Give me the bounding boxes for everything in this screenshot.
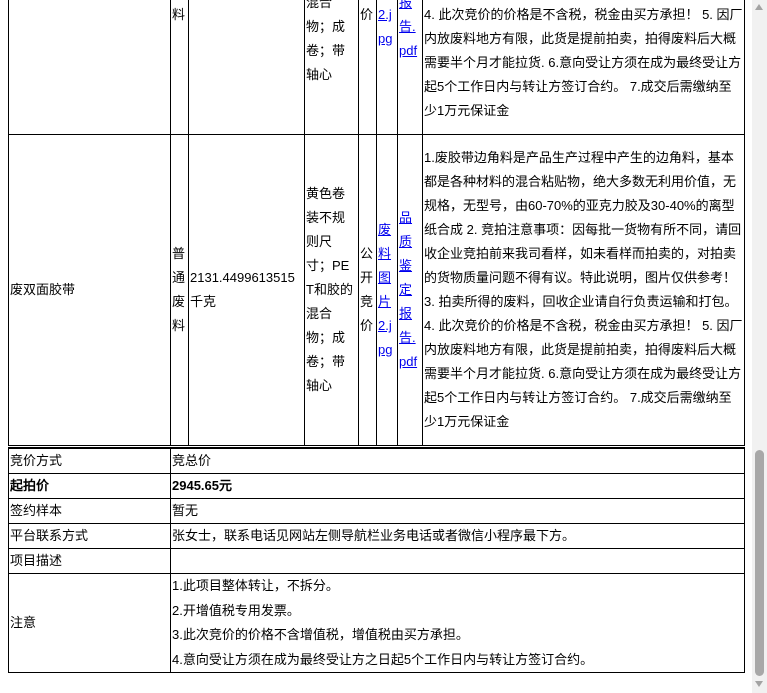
scroll-down-arrow-icon[interactable]	[755, 681, 763, 687]
description-value	[170, 548, 745, 574]
info-row-description: 项目描述	[8, 548, 745, 574]
note-item: 2.开增值税专用发票。	[172, 602, 300, 618]
product-spec: 黄色卷装不规则尺寸；PET和胶的混合物；成卷；带轴心	[304, 134, 359, 446]
vertical-scrollbar[interactable]	[752, 0, 767, 693]
note-item: 3.此次竞价的价格不含增值税，增值税由买方承担。	[172, 627, 469, 642]
report-link[interactable]: 品质鉴定报告.pdf	[399, 0, 417, 58]
info-row-contract-sample: 签约样本 暂无	[8, 498, 745, 524]
product-category: 普通废料	[170, 134, 189, 446]
info-row-bid-method: 竞价方式 竞总价	[8, 447, 745, 474]
scrollbar-thumb[interactable]	[755, 450, 764, 676]
start-price-value: 2945.65元	[170, 473, 745, 499]
notes-label: 注意	[8, 573, 171, 673]
bid-method-value: 竞总价	[170, 447, 745, 474]
table-row: 普通废料 黄色卷装不规则尺寸；PET和胶的混合物；成卷；带轴心 公开竞价 废料图…	[8, 0, 745, 135]
info-row-contact: 平台联系方式 张女士，联系电话见网站左侧导航栏业务电话或者微信小程序最下方。	[8, 523, 745, 549]
product-method: 公开竞价	[358, 134, 377, 446]
contract-sample-value: 暂无	[170, 498, 745, 524]
contact-value: 张女士，联系电话见网站左侧导航栏业务电话或者微信小程序最下方。	[170, 523, 745, 549]
contact-label: 平台联系方式	[8, 523, 171, 549]
product-quantity: 2131.4499613515千克	[188, 134, 305, 446]
contract-sample-label: 签约样本	[8, 498, 171, 524]
product-description: 1.废胶带边角料是产品生产过程中产生的边角料，基本都是各种材料的混合粘贴物，绝大…	[422, 134, 745, 446]
note-item: 1.此项目整体转让，不拆分。	[172, 578, 339, 593]
notes-list: 1.此项目整体转让，不拆分。 2.开增值税专用发票。 3.此次竞价的价格不含增值…	[170, 573, 745, 673]
info-row-start-price: 起拍价 2945.65元	[8, 473, 745, 499]
product-name	[8, 0, 171, 135]
product-table: 普通废料 黄色卷装不规则尺寸；PET和胶的混合物；成卷；带轴心 公开竞价 废料图…	[8, 0, 745, 446]
description-label: 项目描述	[8, 548, 171, 574]
start-price-label: 起拍价	[8, 473, 171, 499]
product-method: 公开竞价	[358, 0, 377, 135]
product-spec: 黄色卷装不规则尺寸；PET和胶的混合物；成卷；带轴心	[304, 0, 359, 135]
product-category: 普通废料	[170, 0, 189, 135]
table-row: 废双面胶带 普通废料 2131.4499613515千克 黄色卷装不规则尺寸；P…	[8, 134, 745, 446]
info-row-notes: 注意 1.此项目整体转让，不拆分。 2.开增值税专用发票。 3.此次竞价的价格不…	[8, 573, 745, 673]
image-link[interactable]: 废料图片2.jpg	[378, 222, 392, 357]
report-link[interactable]: 品质鉴定报告.pdf	[399, 210, 417, 369]
product-quantity	[188, 0, 305, 135]
product-description: 1.废胶带边角料是产品生产过程中产生的边角料，基本都是各种材料的混合粘贴物，绝大…	[422, 0, 745, 135]
scroll-up-arrow-icon[interactable]	[755, 4, 763, 10]
note-item: 4.意向受让方须在成为最终受让方之日起5个工作日内与转让方签订合约。	[172, 651, 594, 667]
project-info-table: 竞价方式 竞总价 起拍价 2945.65元 签约样本 暂无 平台联系方式 张女士，联系电…	[8, 447, 745, 673]
bid-method-label: 竞价方式	[8, 447, 171, 474]
image-link[interactable]: 废料图片2.jpg	[378, 0, 392, 46]
product-name: 废双面胶带	[8, 134, 171, 446]
